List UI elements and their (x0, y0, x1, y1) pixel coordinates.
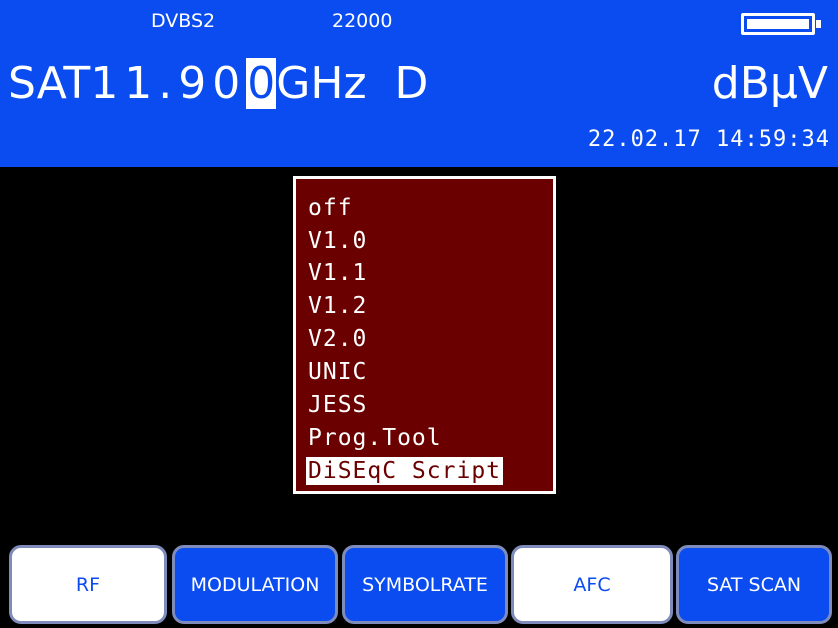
diseqc-menu: off V1.0 V1.1 V1.2 V2.0 UNIC JESS Prog.T… (293, 176, 556, 494)
datetime: 22.02.17 14:59:34 (587, 127, 830, 152)
frequency-unit: GHz (276, 58, 367, 109)
status-header: DVBS2 22000 SAT11.900GHz D dBµV 22.02.17… (0, 0, 838, 167)
softkey-afc[interactable]: AFC (511, 545, 673, 624)
frequency-display: SAT11.900GHz D (8, 58, 428, 110)
modulation-label: DVBS2 (151, 10, 216, 32)
softkey-modulation[interactable]: MODULATION (172, 545, 338, 624)
softkey-rf[interactable]: RF (9, 545, 167, 624)
menu-item-v1-0[interactable]: V1.0 (306, 227, 369, 255)
level-unit: dBµV (711, 58, 828, 109)
menu-item-unic[interactable]: UNIC (306, 358, 369, 386)
softkey-symbolrate[interactable]: SYMBOLRATE (342, 545, 508, 624)
menu-item-jess[interactable]: JESS (306, 391, 369, 419)
softkey-sat-scan[interactable]: SAT SCAN (676, 545, 832, 624)
symbolrate-label: 22000 (332, 10, 393, 32)
band-label: SAT (8, 58, 91, 109)
polarization-label: D (394, 58, 429, 109)
menu-item-v1-1[interactable]: V1.1 (306, 259, 369, 287)
menu-item-diseqc-script[interactable]: DiSEqC Script (306, 457, 504, 485)
menu-item-off[interactable]: off (306, 194, 355, 222)
battery-icon (741, 13, 821, 35)
frequency-cursor-digit[interactable]: 0 (246, 58, 277, 109)
menu-item-v1-2[interactable]: V1.2 (306, 292, 369, 320)
menu-item-v2-0[interactable]: V2.0 (306, 325, 369, 353)
frequency-value: 11.90 (90, 58, 247, 109)
menu-item-prog-tool[interactable]: Prog.Tool (306, 424, 444, 452)
